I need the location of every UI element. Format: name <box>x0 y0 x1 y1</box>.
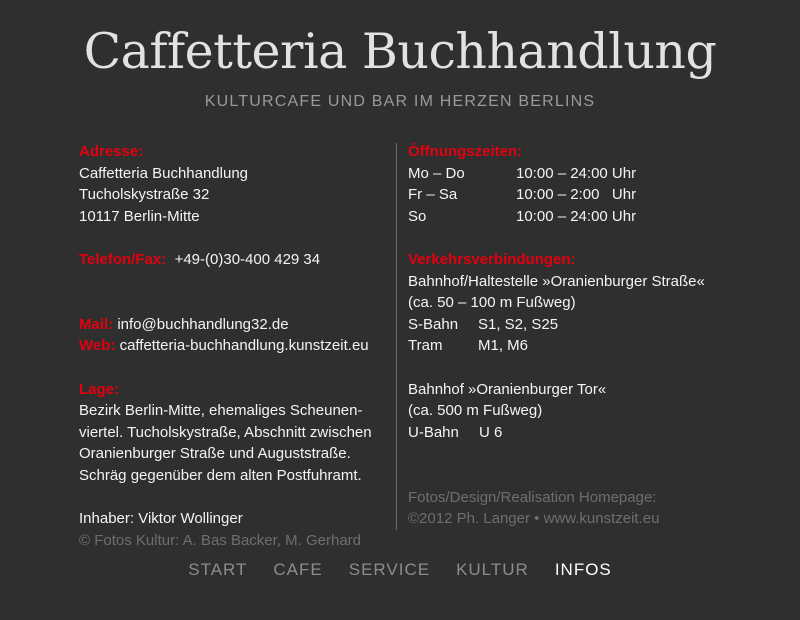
transit-type: Tram <box>408 337 443 355</box>
photo-credit: © Fotos Kultur: A. Bas Backer, M. Gerhar… <box>79 531 361 549</box>
location-section: Lage: Bezirk Berlin-Mitte, ehemaliges Sc… <box>79 379 389 487</box>
station-distance: (ca. 50 – 100 m Fußweg) <box>408 294 576 312</box>
location-line: Bezirk Berlin-Mitte, ehemaliges Scheunen… <box>79 402 363 420</box>
info-column: Öffnungszeiten: Mo – Do 10:00 – 24:00 Uh… <box>408 141 738 530</box>
main-nav: START CAFE SERVICE KULTUR INFOS <box>0 559 800 581</box>
hours-time: 10:00 – 2:00 Uhr <box>516 186 637 204</box>
transit-value: M1, M6 <box>478 337 529 355</box>
address-section: Adresse: Caffetteria Buchhandlung Tuchol… <box>79 141 389 227</box>
transit-line: S-Bahn S1, S2, S25 <box>408 314 738 336</box>
location-line: viertel. Tucholskystraße, Abschnitt zwis… <box>79 423 372 441</box>
mail-section: Mail: info@buchhandlung32.de <box>79 314 389 336</box>
nav-start[interactable]: START <box>188 559 247 581</box>
hours-day: Fr – Sa <box>408 186 458 204</box>
mail-label: Mail: <box>79 315 114 333</box>
hours-time: 10:00 – 24:00 Uhr <box>516 207 637 225</box>
web-label: Web: <box>79 337 116 355</box>
credits-line: Fotos/Design/Realisation Homepage: <box>408 488 657 506</box>
column-divider <box>396 143 397 530</box>
hours-time: 10:00 – 24:00 Uhr <box>516 164 637 182</box>
address-line: Tucholskystraße 32 <box>79 186 210 204</box>
hours-row: So 10:00 – 24:00 Uhr <box>408 206 738 228</box>
location-label: Lage: <box>79 380 120 398</box>
transit-value: S1, S2, S25 <box>478 315 559 333</box>
transit-label: Verkehrsverbindungen: <box>408 250 576 268</box>
transit-section: Verkehrsverbindungen: Bahnhof/Haltestell… <box>408 249 738 443</box>
station-distance: (ca. 500 m Fußweg) <box>408 402 543 420</box>
hours-row: Fr – Sa 10:00 – 2:00 Uhr <box>408 184 738 206</box>
mail-link[interactable]: info@buchhandlung32.de <box>117 316 288 333</box>
nav-infos[interactable]: INFOS <box>555 559 612 581</box>
hours-section: Öffnungszeiten: Mo – Do 10:00 – 24:00 Uh… <box>408 141 738 227</box>
transit-type: S-Bahn <box>408 315 459 333</box>
transit-line: Tram M1, M6 <box>408 335 738 357</box>
address-line: Caffetteria Buchhandlung <box>79 164 249 182</box>
site-subtitle: KULTURCAFE UND BAR IM HERZEN BERLINS <box>204 93 596 110</box>
address-line: 10117 Berlin-Mitte <box>79 207 200 225</box>
nav-cafe[interactable]: CAFE <box>273 559 322 581</box>
location-line: Oranienburger Straße und Auguststraße. <box>79 445 351 463</box>
contact-column: Adresse: Caffetteria Buchhandlung Tuchol… <box>79 141 389 551</box>
site-title: Caffetteria Buchhandlung <box>83 23 717 80</box>
web-link[interactable]: caffetteria-buchhandlung.kunstzeit.eu <box>120 337 369 354</box>
hours-row: Mo – Do 10:00 – 24:00 Uhr <box>408 163 738 185</box>
nav-service[interactable]: SERVICE <box>349 559 430 581</box>
location-line: Schräg gegenüber dem alten Postfuhramt. <box>79 466 362 484</box>
web-section: Web: caffetteria-buchhandlung.kunstzeit.… <box>79 335 389 357</box>
phone-value: +49-(0)30-400 429 34 <box>174 250 321 268</box>
phone-label: Telefon/Fax: <box>79 250 167 268</box>
transit-value: U 6 <box>479 423 503 441</box>
credits-line: ©2012 Ph. Langer • www.kunstzeit.eu <box>408 510 660 528</box>
transit-line: U-Bahn U 6 <box>408 422 738 444</box>
address-label: Adresse: <box>79 143 144 160</box>
station-name: Bahnhof »Oranienburger Tor« <box>408 380 607 398</box>
hours-day: Mo – Do <box>408 164 465 182</box>
phone-section: Telefon/Fax: +49-(0)30-400 429 34 <box>79 249 389 271</box>
station-name: Bahnhof/Haltestelle »Oranienburger Straß… <box>408 272 705 290</box>
hours-label: Öffnungszeiten: <box>408 143 523 160</box>
owner-text: Inhaber: Viktor Wollinger <box>79 510 243 528</box>
nav-kultur[interactable]: KULTUR <box>456 559 529 581</box>
hours-day: So <box>408 207 427 225</box>
transit-type: U-Bahn <box>408 423 459 441</box>
